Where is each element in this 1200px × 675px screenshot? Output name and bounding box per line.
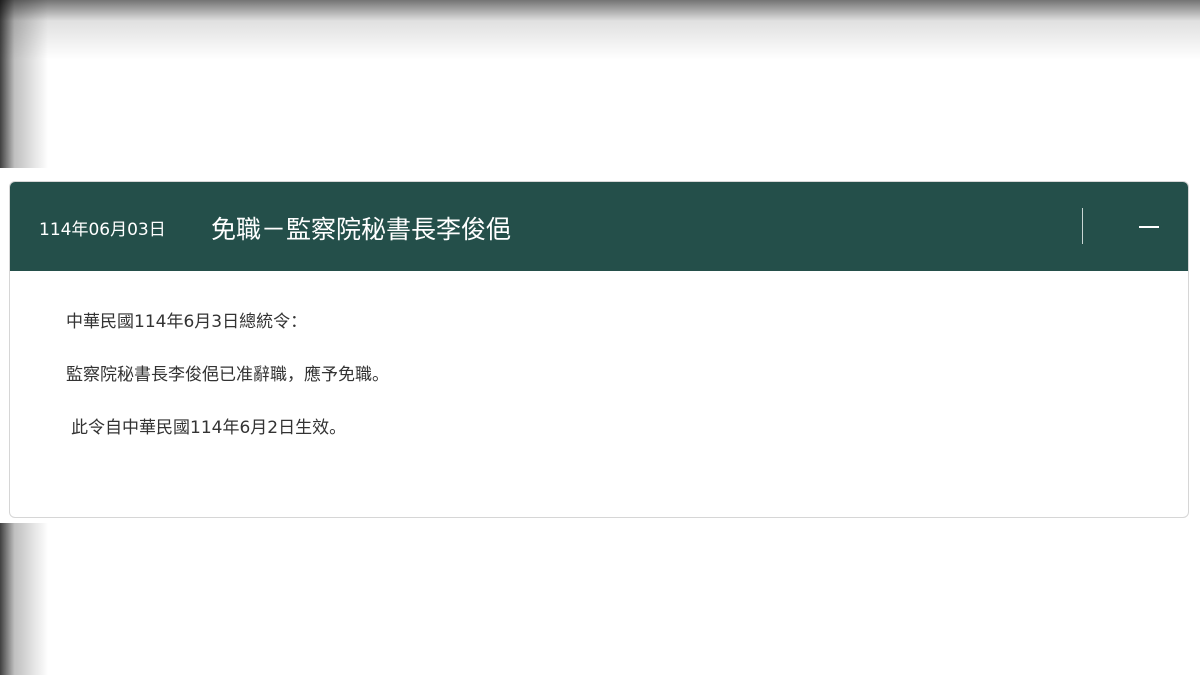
announcement-card: 114年06月03日 免職－監察院秘書長李俊俋 [9,181,1189,518]
announcement-title: 免職－監察院秘書長李俊俋 [211,215,512,244]
announcement-date: 114年06月03日 [39,220,166,240]
collapse-button[interactable] [1128,206,1170,248]
page: 114年06月03日 免職－監察院秘書長李俊俋 中華民國114年6月3日總統令：… [0,0,1200,675]
minus-icon [1139,226,1159,228]
announcement-container: 114年06月03日 免職－監察院秘書長李俊俋 [0,168,1200,523]
top-edge-shadow [0,0,1200,60]
body-line-dismissal: 監察院秘書長李俊俋已准辭職，應予免職。 [66,365,389,385]
announcement-header[interactable]: 114年06月03日 免職－監察院秘書長李俊俋 [10,182,1188,271]
body-line-effective: 此令自中華民國114年6月2日生效。 [71,418,347,438]
body-line-decree: 中華民國114年6月3日總統令： [66,312,308,332]
header-divider [1082,208,1083,244]
